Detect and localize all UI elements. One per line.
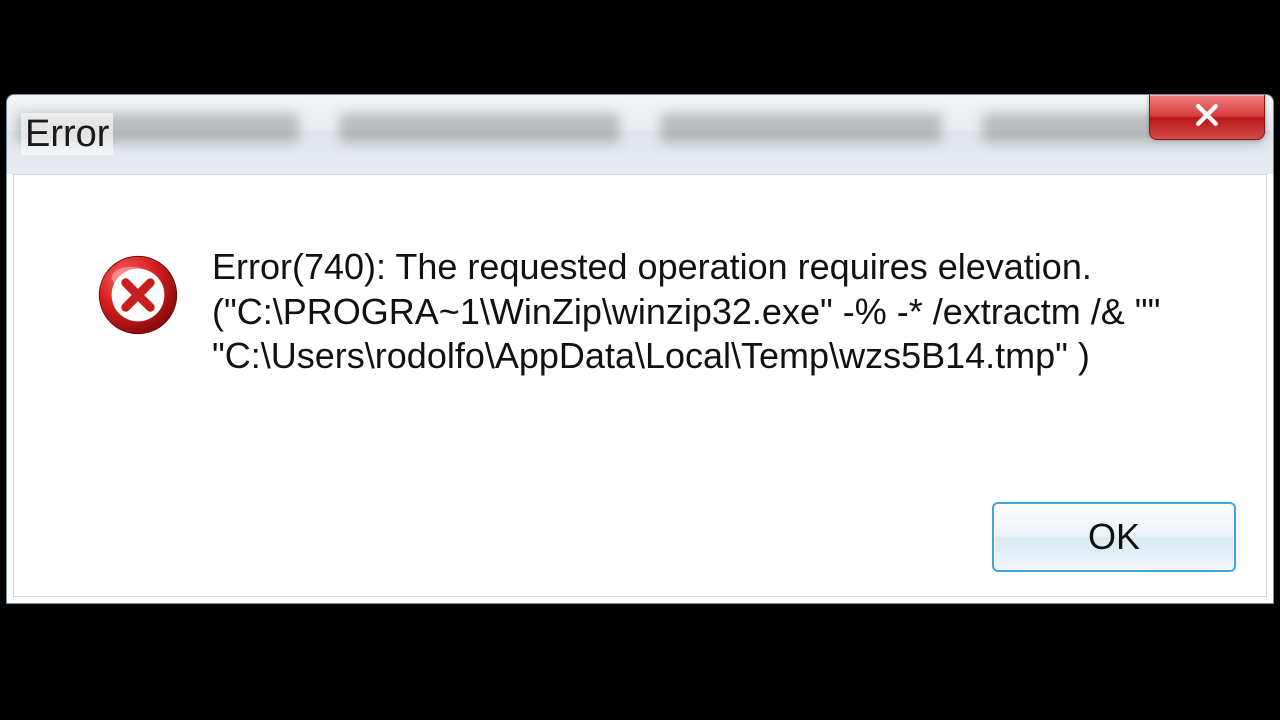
dialog-title: Error: [21, 113, 113, 155]
titlebar: Error: [6, 94, 1274, 174]
content-row: Error(740): The requested operation requ…: [94, 245, 1226, 379]
titlebar-glass-blur: [17, 113, 1263, 164]
error-dialog: Error: [6, 94, 1274, 606]
close-button[interactable]: [1149, 95, 1265, 140]
dialog-inner: Error(740): The requested operation requ…: [13, 174, 1267, 597]
error-icon: [94, 251, 182, 339]
error-message: Error(740): The requested operation requ…: [212, 245, 1226, 379]
dialog-body: Error(740): The requested operation requ…: [6, 174, 1274, 604]
close-icon: [1192, 100, 1222, 135]
button-row: OK: [992, 502, 1236, 572]
ok-button-label: OK: [1088, 516, 1140, 558]
ok-button[interactable]: OK: [992, 502, 1236, 572]
